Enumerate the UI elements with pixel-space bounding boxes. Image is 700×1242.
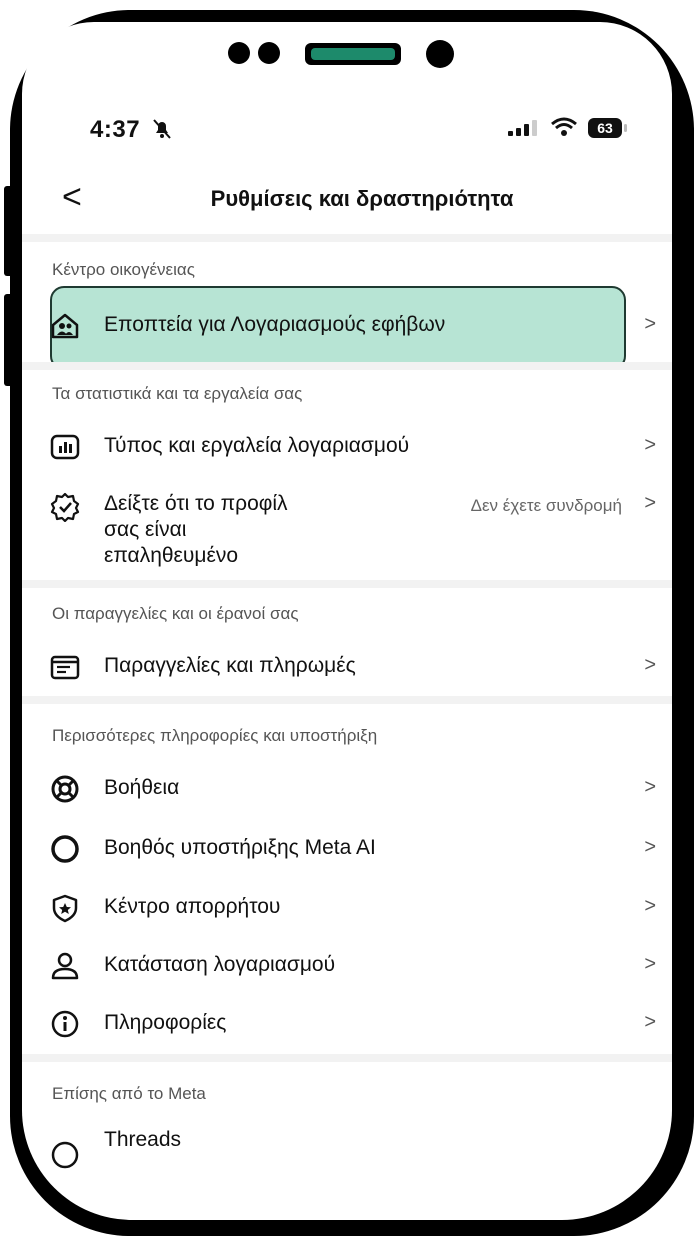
menu-item-privacy-center[interactable]: Κέντρο απορρήτου > <box>22 881 672 935</box>
section-heading-orders: Οι παραγγελίες και οι έρανοί σας <box>52 604 299 623</box>
section-divider <box>22 234 672 242</box>
section-heading-insights: Τα στατιστικά και τα εργαλεία σας <box>52 384 303 403</box>
section-divider <box>22 580 672 588</box>
cellular-signal-icon <box>508 120 537 136</box>
menu-item-help[interactable]: Βοήθεια > <box>22 762 672 816</box>
chevron-right-icon: > <box>644 313 656 335</box>
chevron-right-icon: > <box>644 953 656 975</box>
menu-item-label: Τύπος και εργαλεία λογαριασμού <box>104 434 410 457</box>
section-divider <box>22 362 672 370</box>
menu-item-about[interactable]: Πληροφορίες > <box>22 997 672 1051</box>
menu-item-label-line-2: σας είναι <box>104 518 187 541</box>
menu-item-label-line-3: επαληθευμένο <box>104 544 239 567</box>
subscription-status: Δεν έχετε συνδρομή <box>470 496 622 515</box>
menu-item-account-status[interactable]: Κατάσταση λογαριασμού > <box>22 939 672 993</box>
menu-item-label: Βοηθός υποστήριξης Meta AI <box>104 836 376 859</box>
side-button-top <box>4 186 14 276</box>
threads-icon <box>51 1141 79 1169</box>
menu-item-label: Κέντρο απορρήτου <box>104 895 281 918</box>
menu-item-orders-payments[interactable]: Παραγγελίες και πληρωμές > <box>22 640 672 694</box>
family-home-icon <box>51 313 79 339</box>
camera-dot <box>426 40 454 68</box>
page-title: Ρυθμίσεις και δραστηριότητα <box>210 186 514 211</box>
wifi-icon <box>551 117 577 136</box>
menu-item-label-line-1: Δείξτε ότι το προφίλ <box>104 492 288 515</box>
chevron-right-icon: > <box>644 492 656 514</box>
menu-item-meta-ai-support[interactable]: Βοηθός υποστήριξης Meta AI > <box>22 822 672 876</box>
lifebuoy-icon <box>51 775 79 803</box>
info-icon <box>51 1010 79 1038</box>
page-header: < Ρυθμίσεις και δραστηριότητα <box>22 164 672 234</box>
section-heading-more-info: Περισσότερες πληροφορίες και υποστήριξη <box>52 726 378 745</box>
menu-item-threads[interactable]: Threads <box>22 1122 672 1176</box>
chevron-right-icon: > <box>644 776 656 798</box>
menu-item-verified-profile[interactable]: Δείξτε ότι το προφίλ σας είναι επαληθευμ… <box>22 480 672 580</box>
battery-indicator: 63 <box>588 118 622 138</box>
status-bar: 4:37 63 <box>22 94 672 164</box>
shield-star-icon <box>52 894 78 923</box>
chevron-right-icon: > <box>644 895 656 917</box>
menu-item-label: Βοήθεια <box>104 776 180 799</box>
menu-item-label: Κατάσταση λογαριασμού <box>104 953 336 976</box>
section-heading-family-center: Κέντρο οικογένειας <box>52 260 195 279</box>
menu-item-label: Πληροφορίες <box>104 1011 227 1034</box>
camera-dot <box>228 42 250 64</box>
side-button-bottom <box>4 294 14 386</box>
status-time: 4:37 <box>90 116 141 143</box>
bar-chart-icon <box>50 434 80 460</box>
menu-item-label: Παραγγελίες και πληρωμές <box>104 654 356 677</box>
person-icon <box>51 952 79 980</box>
receipt-icon <box>50 655 80 680</box>
chevron-right-icon: > <box>644 434 656 456</box>
screen: 4:37 63 < Ρυθμίσεις και δραστηριότητα Κέ… <box>22 94 672 1220</box>
menu-item-account-type-tools[interactable]: Τύπος και εργαλεία λογαριασμού > <box>22 420 672 474</box>
verified-badge-icon <box>50 492 80 522</box>
section-divider <box>22 696 672 704</box>
section-heading-also-from-meta: Επίσης από το Meta <box>52 1084 206 1103</box>
menu-item-label: Threads <box>104 1128 182 1151</box>
chevron-right-icon: > <box>644 836 656 858</box>
menu-item-teen-supervision[interactable]: Εποπτεία για Λογαριασμούς εφήβων > <box>22 299 672 353</box>
section-divider <box>22 1054 672 1062</box>
chevron-right-icon: > <box>644 1011 656 1033</box>
chevron-right-icon: > <box>644 654 656 676</box>
speaker <box>305 43 401 65</box>
meta-ai-ring-icon <box>51 835 79 863</box>
battery-cap <box>624 124 627 132</box>
menu-item-label: Εποπτεία για Λογαριασμούς εφήβων <box>104 313 446 336</box>
bell-muted-icon <box>153 119 171 139</box>
camera-dot <box>258 42 280 64</box>
